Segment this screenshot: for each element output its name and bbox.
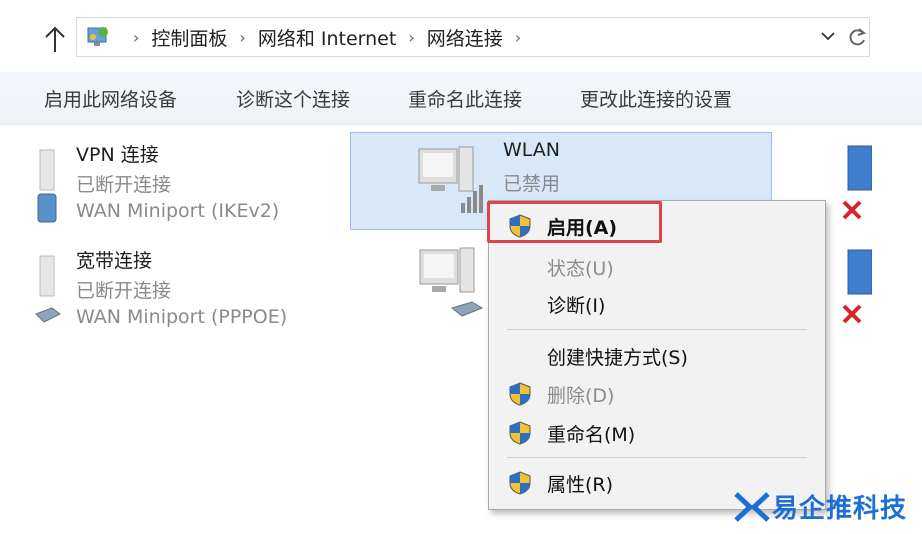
disconnected-network-icon[interactable] [838,142,872,226]
connection-name: VPN 连接 [76,144,159,166]
menu-separator [507,457,807,458]
chevron-down-icon[interactable] [819,27,837,45]
menu-item-status[interactable]: 状态(U) [489,248,825,286]
chevron-right-icon[interactable]: › [239,28,245,47]
breadcrumb-network-internet[interactable]: 网络和 Internet [258,24,396,51]
menu-separator [507,329,807,330]
connection-status: 已断开连接 [76,280,172,302]
menu-item-label: 重命名(M) [547,424,636,446]
vpn-icon [37,149,57,223]
connection-status: 已禁用 [503,173,561,195]
highlight-box [487,201,662,243]
context-menu: 启用(A) 状态(U) 诊断(I) 创建快捷方式(S) 删除(D) 重命名(M) [488,200,826,510]
breadcrumb-control-panel[interactable]: 控制面板 [151,24,227,51]
address-bar[interactable]: › 控制面板 › 网络和 Internet › 网络连接 › [76,17,870,57]
watermark: 易企推科技 [734,484,922,530]
breadcrumb-network-connections[interactable]: 网络连接 [427,24,503,51]
chevron-right-icon[interactable]: › [133,28,139,47]
broadband-icon [35,255,61,323]
wlan-computer-icon [418,146,483,213]
command-bar: 启用此网络设备 诊断这个连接 重命名此连接 更改此连接的设置 [0,72,922,125]
refresh-icon[interactable] [846,24,868,52]
watermark-text: 易企推科技 [772,494,908,524]
uac-shield-icon [509,382,531,406]
connection-name: 宽带连接 [76,250,153,272]
menu-item-diagnose[interactable]: 诊断(I) [489,285,825,323]
menu-item-label: 诊断(I) [547,295,606,317]
watermark-logo-icon [734,492,770,522]
connection-name: WLAN [503,139,561,161]
up-arrow-icon[interactable] [42,24,68,54]
connection-item-broadband[interactable]: 宽带连接 已断开连接 WAN Miniport (PPPOE) [0,238,330,338]
connection-item-vpn[interactable]: VPN 连接 已断开连接 WAN Miniport (IKEv2) [0,132,330,232]
connection-device: WAN Miniport (IKEv2) [76,200,280,222]
connection-computer-icon[interactable] [416,246,486,318]
menu-item-rename[interactable]: 重命名(M) [489,414,825,452]
uac-shield-icon [509,421,531,445]
rename-connection-button[interactable]: 重命名此连接 [408,85,522,112]
menu-item-create-shortcut[interactable]: 创建快捷方式(S) [489,337,825,375]
menu-item-label: 删除(D) [547,385,615,407]
menu-item-delete[interactable]: 删除(D) [489,375,825,413]
enable-device-button[interactable]: 启用此网络设备 [44,85,177,112]
address-row: › 控制面板 › 网络和 Internet › 网络连接 › [0,0,922,70]
connection-status: 已断开连接 [76,174,172,196]
menu-item-label: 属性(R) [547,474,614,496]
breadcrumb: › 控制面板 › 网络和 Internet › 网络连接 › [121,18,533,56]
uac-shield-icon [509,471,531,495]
diagnose-connection-button[interactable]: 诊断这个连接 [236,85,350,112]
chevron-right-icon[interactable]: › [515,28,521,47]
menu-item-label: 状态(U) [547,258,614,280]
connection-device: WAN Miniport (PPPOE) [76,306,288,328]
control-panel-icon [87,27,108,46]
chevron-right-icon[interactable]: › [408,28,414,47]
menu-item-label: 创建快捷方式(S) [547,347,688,369]
disconnected-network-icon[interactable] [838,246,872,330]
change-settings-button[interactable]: 更改此连接的设置 [580,85,732,112]
